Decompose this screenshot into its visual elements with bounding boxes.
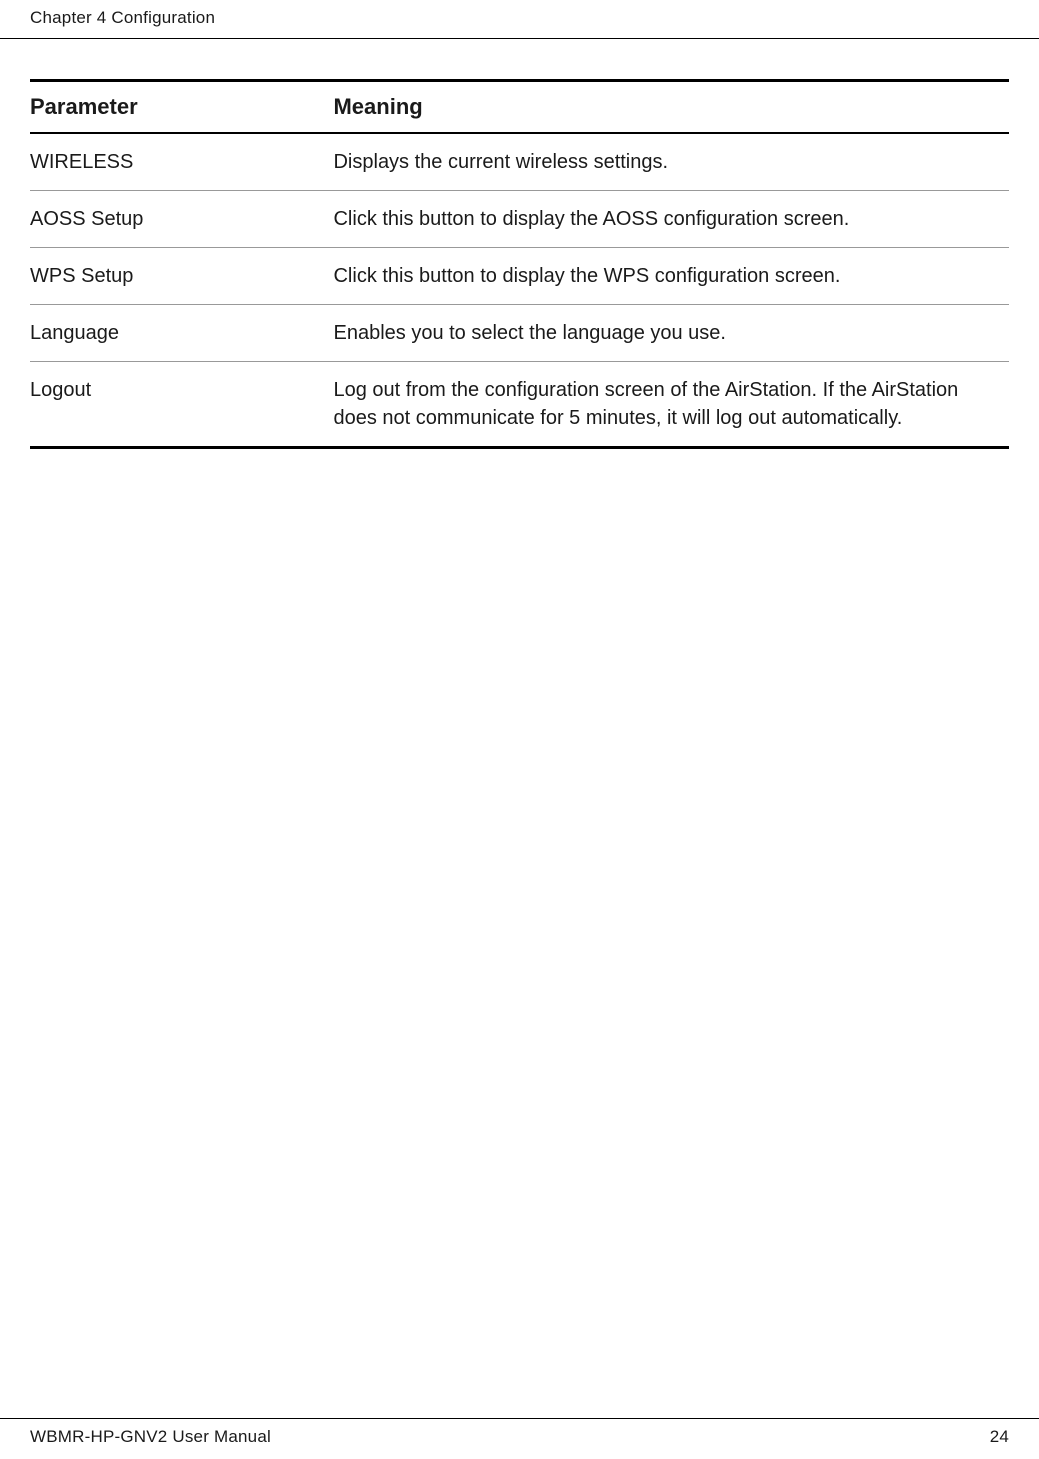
cell-parameter: Logout xyxy=(30,362,333,448)
cell-meaning: Click this button to display the WPS con… xyxy=(333,248,1009,305)
table-row: AOSS Setup Click this button to display … xyxy=(30,191,1009,248)
cell-parameter: WPS Setup xyxy=(30,248,333,305)
header-meaning: Meaning xyxy=(333,81,1009,134)
cell-parameter: AOSS Setup xyxy=(30,191,333,248)
cell-meaning: Log out from the configuration screen of… xyxy=(333,362,1009,448)
cell-meaning: Displays the current wireless settings. xyxy=(333,133,1009,191)
table-row: Logout Log out from the configuration sc… xyxy=(30,362,1009,448)
table-row: WIRELESS Displays the current wireless s… xyxy=(30,133,1009,191)
page-header: Chapter 4 Configuration xyxy=(0,0,1039,39)
header-parameter: Parameter xyxy=(30,81,333,134)
chapter-label: Chapter 4 Configuration xyxy=(30,8,215,27)
cell-meaning: Enables you to select the language you u… xyxy=(333,305,1009,362)
manual-title: WBMR-HP-GNV2 User Manual xyxy=(30,1427,271,1447)
cell-parameter: WIRELESS xyxy=(30,133,333,191)
cell-parameter: Language xyxy=(30,305,333,362)
cell-meaning: Click this button to display the AOSS co… xyxy=(333,191,1009,248)
content-area: Parameter Meaning WIRELESS Displays the … xyxy=(0,39,1039,449)
page-number: 24 xyxy=(990,1427,1009,1447)
table-row: WPS Setup Click this button to display t… xyxy=(30,248,1009,305)
page-footer: WBMR-HP-GNV2 User Manual 24 xyxy=(0,1418,1039,1447)
table-row: Language Enables you to select the langu… xyxy=(30,305,1009,362)
table-header-row: Parameter Meaning xyxy=(30,81,1009,134)
parameter-table: Parameter Meaning WIRELESS Displays the … xyxy=(30,79,1009,449)
